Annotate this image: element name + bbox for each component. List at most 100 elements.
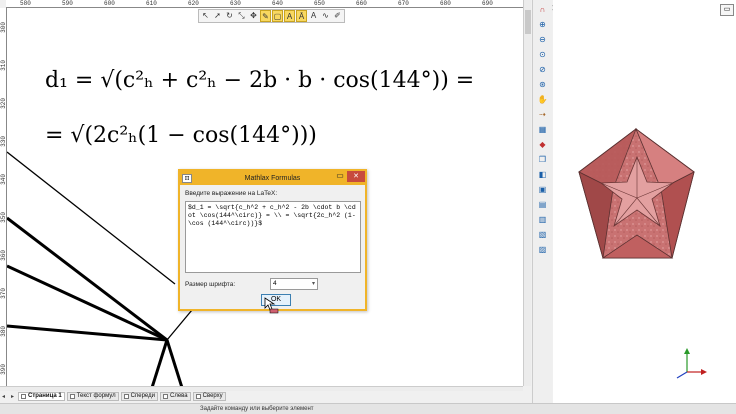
- ruler-tick: 590: [62, 0, 73, 7]
- tab-front[interactable]: Спереди: [120, 391, 158, 401]
- move-icon[interactable]: ✥: [248, 10, 259, 22]
- ruler-tick: 680: [440, 0, 451, 7]
- step-icon[interactable]: ⇢: [536, 109, 550, 121]
- app-window: 580 590 600 610 620 630 640 650 660 670 …: [0, 0, 736, 414]
- dialog-controls: ▭ ✕: [333, 171, 365, 183]
- ruler-tick: 300: [0, 22, 7, 33]
- ruler-tick: 310: [0, 60, 7, 71]
- right-toolbar: ∩ ⊕ ⊖ ⊙ ⊘ ⊛ ✋ ⇢ ▦ ◆ ❒ ◧ ▣ ▤ ▥ ▧ ▨: [532, 0, 552, 403]
- tab-prev-icon[interactable]: ◂: [0, 393, 7, 400]
- floating-toolbar: ↖ ➚ ↻ ⤡ ✥ ✎ ▢ A Ā A ∿ ✐: [198, 9, 345, 23]
- tab-page-1[interactable]: Страница 1: [18, 391, 65, 401]
- font-size-label: Размер шрифта:: [185, 281, 236, 288]
- ruler-tick: 390: [0, 364, 7, 375]
- vertical-scrollbar[interactable]: [523, 0, 531, 386]
- font-size-select[interactable]: 4 ▾: [270, 278, 318, 290]
- ruler-tick: 340: [0, 174, 7, 185]
- thick-line: [150, 339, 169, 386]
- chevron-down-icon: ▾: [311, 281, 315, 287]
- ruler-tick: 320: [0, 98, 7, 109]
- tab-label: Спереди: [130, 393, 155, 399]
- text-icon[interactable]: A: [284, 10, 295, 22]
- latex-input[interactable]: $d_1 = \sqrt{c_h^2 + c_h^2 - 2b \cdot b …: [185, 201, 361, 273]
- stack3-icon[interactable]: ▨: [536, 244, 550, 256]
- cursor-icon[interactable]: ➚: [212, 10, 223, 22]
- ruler-tick: 370: [0, 288, 7, 299]
- ruler-tick: 630: [230, 0, 241, 7]
- sheet-tabs: ◂ ▸ Страница 1 Текст формул Спереди Слев…: [0, 391, 523, 401]
- dialog-titlebar[interactable]: π Mathlax Formulas ▭ ✕: [180, 171, 365, 185]
- rotate-icon[interactable]: ↻: [224, 10, 235, 22]
- page-icon: [69, 393, 75, 399]
- ruler-tick: 360: [0, 250, 7, 261]
- text-frame-icon[interactable]: Ā: [296, 10, 307, 22]
- ruler-tick: 660: [356, 0, 367, 7]
- status-message: Задайте команду или выберите элемент: [200, 406, 314, 412]
- mathlax-dialog: π Mathlax Formulas ▭ ✕ Введите выражение…: [178, 169, 367, 311]
- curve-icon[interactable]: ∿: [320, 10, 331, 22]
- latex-prompt-label: Введите выражение на LaTeX:: [185, 190, 278, 197]
- text-bold-icon[interactable]: A: [308, 10, 319, 22]
- ruler-tick: 380: [0, 326, 7, 337]
- left-ruler: 300 310 320 330 340 350 360 370 380 390: [0, 8, 7, 386]
- ruler-tick: 620: [188, 0, 199, 7]
- cube-icon[interactable]: ❒: [536, 154, 550, 166]
- close-button[interactable]: ✕: [347, 171, 365, 182]
- formula-line-1[interactable]: d₁ = √(c²ₕ + c²ₕ − 2b · b · cos(144°)) =: [45, 68, 474, 93]
- stack2-icon[interactable]: ▧: [536, 229, 550, 241]
- zoom-fit-icon[interactable]: ⊙: [536, 49, 550, 61]
- viewport-menu-icon[interactable]: ▭: [720, 4, 734, 16]
- ruler-tick: 690: [482, 0, 493, 7]
- view-icon[interactable]: ▦: [536, 124, 550, 136]
- zoom-window-icon[interactable]: ⊘: [536, 64, 550, 76]
- formula-line-2[interactable]: = √(2c²ₕ(1 − cos(144°))): [45, 123, 317, 148]
- status-bar: Задайте команду или выберите элемент: [0, 403, 736, 414]
- tab-label: Текст формул: [76, 393, 116, 399]
- ruler-tick: 670: [398, 0, 409, 7]
- layer-icon[interactable]: ▤: [536, 199, 550, 211]
- scroll-thumb[interactable]: [525, 10, 531, 34]
- brush-icon[interactable]: ✐: [332, 10, 343, 22]
- pen-icon[interactable]: ✎: [260, 10, 271, 22]
- scale-icon[interactable]: ⤡: [236, 10, 247, 22]
- tab-top[interactable]: Сверху: [192, 391, 226, 401]
- ruler-tick: 580: [20, 0, 31, 7]
- tab-label: Страница 1: [28, 393, 62, 399]
- pan-icon[interactable]: ✋: [536, 94, 550, 106]
- arrow-icon[interactable]: ↖: [200, 10, 211, 22]
- ruler-tick: 600: [104, 0, 115, 7]
- maximize-button[interactable]: ▭: [333, 171, 347, 183]
- thick-line: [7, 216, 168, 342]
- zoom-all-icon[interactable]: ⊛: [536, 79, 550, 91]
- thick-line: [165, 339, 184, 386]
- ruler-tick: 330: [0, 136, 7, 147]
- tab-label: Сверху: [202, 393, 223, 399]
- tab-next-icon[interactable]: ▸: [9, 393, 16, 400]
- zoom-in-icon[interactable]: ⊕: [536, 19, 550, 31]
- thin-line: [166, 309, 193, 341]
- stack-icon[interactable]: ▥: [536, 214, 550, 226]
- font-size-value: 4: [273, 280, 277, 287]
- ruler-tick: 350: [0, 212, 7, 223]
- box-icon[interactable]: ▣: [536, 184, 550, 196]
- tab-label: Слева: [169, 393, 188, 399]
- frame-icon[interactable]: ▢: [272, 10, 283, 22]
- page-icon: [195, 393, 201, 399]
- arrow-icon: [701, 369, 707, 375]
- arrow-icon: [684, 348, 690, 354]
- page-icon: [21, 393, 26, 399]
- mouse-cursor-icon: [264, 297, 279, 314]
- thin-line: [7, 151, 176, 285]
- ruler-tick: 650: [314, 0, 325, 7]
- shading-icon[interactable]: ◆: [536, 139, 550, 151]
- 3d-viewport[interactable]: ▭: [553, 0, 736, 403]
- edge-icon[interactable]: ◧: [536, 169, 550, 181]
- top-ruler: 580 590 600 610 620 630 640 650 660 670 …: [6, 0, 523, 8]
- 3d-solid-view: [578, 127, 707, 379]
- page-icon: [162, 393, 168, 399]
- ruler-tick: 640: [272, 0, 283, 7]
- tab-left[interactable]: Слева: [159, 391, 191, 401]
- tab-formula-text[interactable]: Текст формул: [66, 391, 119, 401]
- zoom-out-icon[interactable]: ⊖: [536, 34, 550, 46]
- ruler-tick: 610: [146, 0, 157, 7]
